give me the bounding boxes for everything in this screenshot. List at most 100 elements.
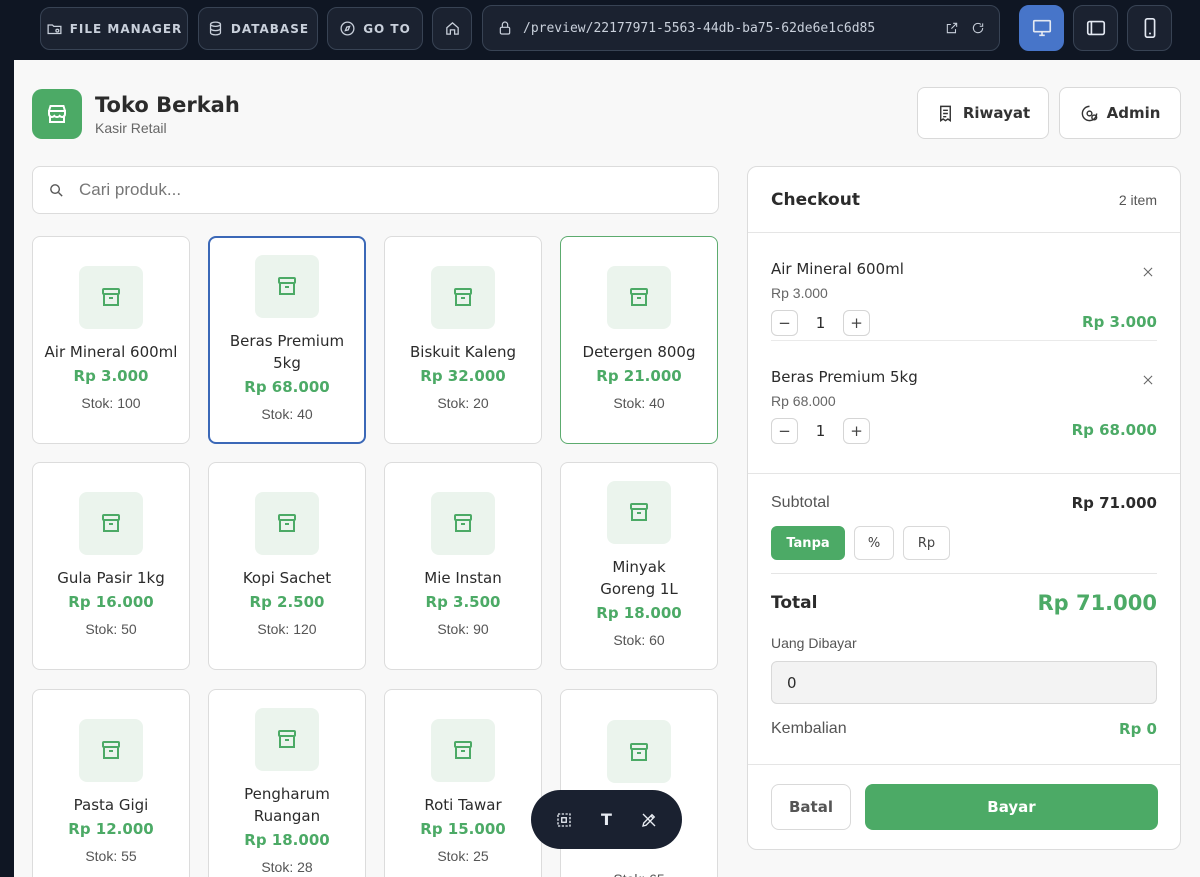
increase-qty-button[interactable]: +: [843, 310, 870, 336]
archive-box-icon: [102, 514, 120, 532]
product-stock: Stok: 60: [613, 631, 665, 648]
go-to-label: GO TO: [363, 21, 411, 36]
product-card[interactable]: Biskuit Kaleng Rp 32.000 Stok: 20: [384, 236, 542, 444]
database-button[interactable]: DATABASE: [198, 7, 318, 50]
pencil-icon: [641, 813, 656, 827]
history-button[interactable]: Riwayat: [917, 87, 1049, 139]
database-label: DATABASE: [230, 21, 310, 36]
archive-box-icon: [278, 730, 296, 748]
mobile-view-button[interactable]: [1127, 5, 1172, 51]
product-name: Minyak Goreng 1L: [600, 557, 678, 598]
product-price: Rp 32.000: [420, 366, 506, 385]
discount-none-button[interactable]: Tanpa: [771, 526, 845, 560]
database-icon: [209, 21, 222, 36]
compass-icon: [340, 21, 355, 36]
product-card[interactable]: Beras Premium 5kg Rp 68.000 Stok: 40: [208, 236, 366, 444]
monitor-icon: [1032, 19, 1051, 37]
admin-button[interactable]: Admin: [1059, 87, 1181, 139]
product-name: Mie Instan: [424, 568, 502, 587]
decrease-qty-button[interactable]: −: [771, 310, 798, 336]
product-name: Beras Premium 5kg: [229, 331, 345, 372]
quantity-stepper: − 1 +: [771, 310, 870, 336]
folder-icon: [47, 24, 62, 35]
archive-box-icon: [630, 742, 648, 761]
archive-box-icon: [454, 514, 472, 532]
quantity-stepper: − 1 +: [771, 418, 870, 444]
top-toolbar: FILE MANAGER DATABASE GO TO /preview/221…: [0, 0, 1200, 60]
product-card[interactable]: Detergen 800g Rp 21.000 Stok: 40: [560, 236, 718, 444]
checkout-actions: Batal Bayar: [748, 764, 1180, 849]
divider: [771, 573, 1157, 574]
pay-button[interactable]: Bayar: [865, 784, 1158, 830]
cart-item-name: Air Mineral 600ml: [771, 260, 904, 278]
home-button[interactable]: [432, 7, 472, 50]
history-label: Riwayat: [962, 104, 1031, 122]
file-manager-label: FILE MANAGER: [69, 21, 183, 36]
remove-item-icon[interactable]: [1141, 265, 1155, 279]
product-search[interactable]: [32, 166, 719, 214]
file-manager-button[interactable]: FILE MANAGER: [40, 7, 188, 50]
select-element-button[interactable]: [553, 809, 575, 831]
product-card[interactable]: Pasta Gigi Rp 12.000 Stok: 55: [32, 689, 190, 877]
archive-box-icon: [102, 741, 120, 759]
product-card[interactable]: Minyak Goreng 1L Rp 18.000 Stok: 60: [560, 462, 718, 670]
settings-gear-icon: [1081, 105, 1097, 121]
product-image: [607, 265, 671, 329]
paid-amount-input[interactable]: 0: [771, 661, 1157, 704]
tablet-view-button[interactable]: [1073, 5, 1118, 51]
url-bar[interactable]: /preview/22177971-5563-44db-ba75-62de6e1…: [482, 5, 1000, 51]
product-name: Pengharum Ruangan: [244, 784, 330, 825]
text-tool-button[interactable]: T: [595, 809, 617, 831]
product-name: Roti Tawar: [424, 795, 502, 814]
store-subtitle: Kasir Retail: [95, 120, 167, 136]
receipt-icon: [939, 105, 951, 122]
discount-amount-button[interactable]: Rp: [903, 526, 950, 560]
product-card[interactable]: Pengharum Ruangan Rp 18.000 Stok: 28: [208, 689, 366, 877]
external-link-icon[interactable]: [945, 21, 959, 35]
product-card[interactable]: Mie Instan Rp 3.500 Stok: 90: [384, 462, 542, 670]
lock-icon: [499, 21, 511, 35]
archive-box-icon: [278, 514, 296, 532]
product-card[interactable]: Kopi Sachet Rp 2.500 Stok: 120: [208, 462, 366, 670]
product-stock: Stok: 28: [261, 858, 313, 875]
product-card[interactable]: Air Mineral 600ml Rp 3.000 Stok: 100: [32, 236, 190, 444]
product-image: [431, 265, 495, 329]
product-card[interactable]: Gula Pasir 1kg Rp 16.000 Stok: 50: [32, 462, 190, 670]
go-to-button[interactable]: GO TO: [327, 7, 423, 50]
product-price: Rp 15.000: [420, 819, 506, 838]
discount-percent-button[interactable]: %: [854, 526, 894, 560]
subtotal-value: Rp 71.000: [1071, 494, 1157, 512]
store-logo: [32, 89, 82, 139]
floating-edit-toolbar: T: [531, 790, 682, 849]
pos-app: Toko Berkah Kasir Retail Riwayat Admin A…: [14, 60, 1200, 877]
qty-value: 1: [815, 314, 826, 332]
search-input[interactable]: [79, 180, 679, 200]
archive-box-icon: [454, 288, 472, 306]
increase-qty-button[interactable]: +: [843, 418, 870, 444]
remove-item-icon[interactable]: [1141, 373, 1155, 387]
subtotal-label: Subtotal: [771, 494, 830, 511]
product-image: [79, 491, 143, 555]
product-image: [255, 491, 319, 555]
product-image: [431, 718, 495, 782]
reload-icon[interactable]: [971, 21, 985, 35]
product-stock: Stok: 20: [437, 394, 489, 411]
brand: Toko Berkah Kasir Retail: [32, 89, 240, 139]
home-icon: [445, 21, 459, 35]
product-card[interactable]: Roti Tawar Rp 15.000 Stok: 25: [384, 689, 542, 877]
archive-box-icon: [102, 288, 120, 306]
cart-item-unit-price: Rp 68.000: [771, 393, 836, 409]
checkout-panel: Checkout 2 item Air Mineral 600ml Rp 3.0…: [747, 166, 1181, 850]
archive-box-icon: [454, 741, 472, 759]
cart-list: Air Mineral 600ml Rp 3.000 − 1 + Rp 3.00…: [748, 233, 1180, 449]
desktop-view-button[interactable]: [1019, 5, 1064, 51]
cart-item: Air Mineral 600ml Rp 3.000 − 1 + Rp 3.00…: [771, 233, 1157, 341]
checkout-title: Checkout: [771, 189, 860, 210]
product-price: Rp 21.000: [596, 366, 682, 385]
product-image: [255, 707, 319, 771]
edit-style-button[interactable]: [638, 809, 660, 831]
cancel-button[interactable]: Batal: [771, 784, 851, 830]
product-stock: Stok: 55: [85, 847, 137, 864]
total-value: Rp 71.000: [1037, 591, 1157, 615]
decrease-qty-button[interactable]: −: [771, 418, 798, 444]
